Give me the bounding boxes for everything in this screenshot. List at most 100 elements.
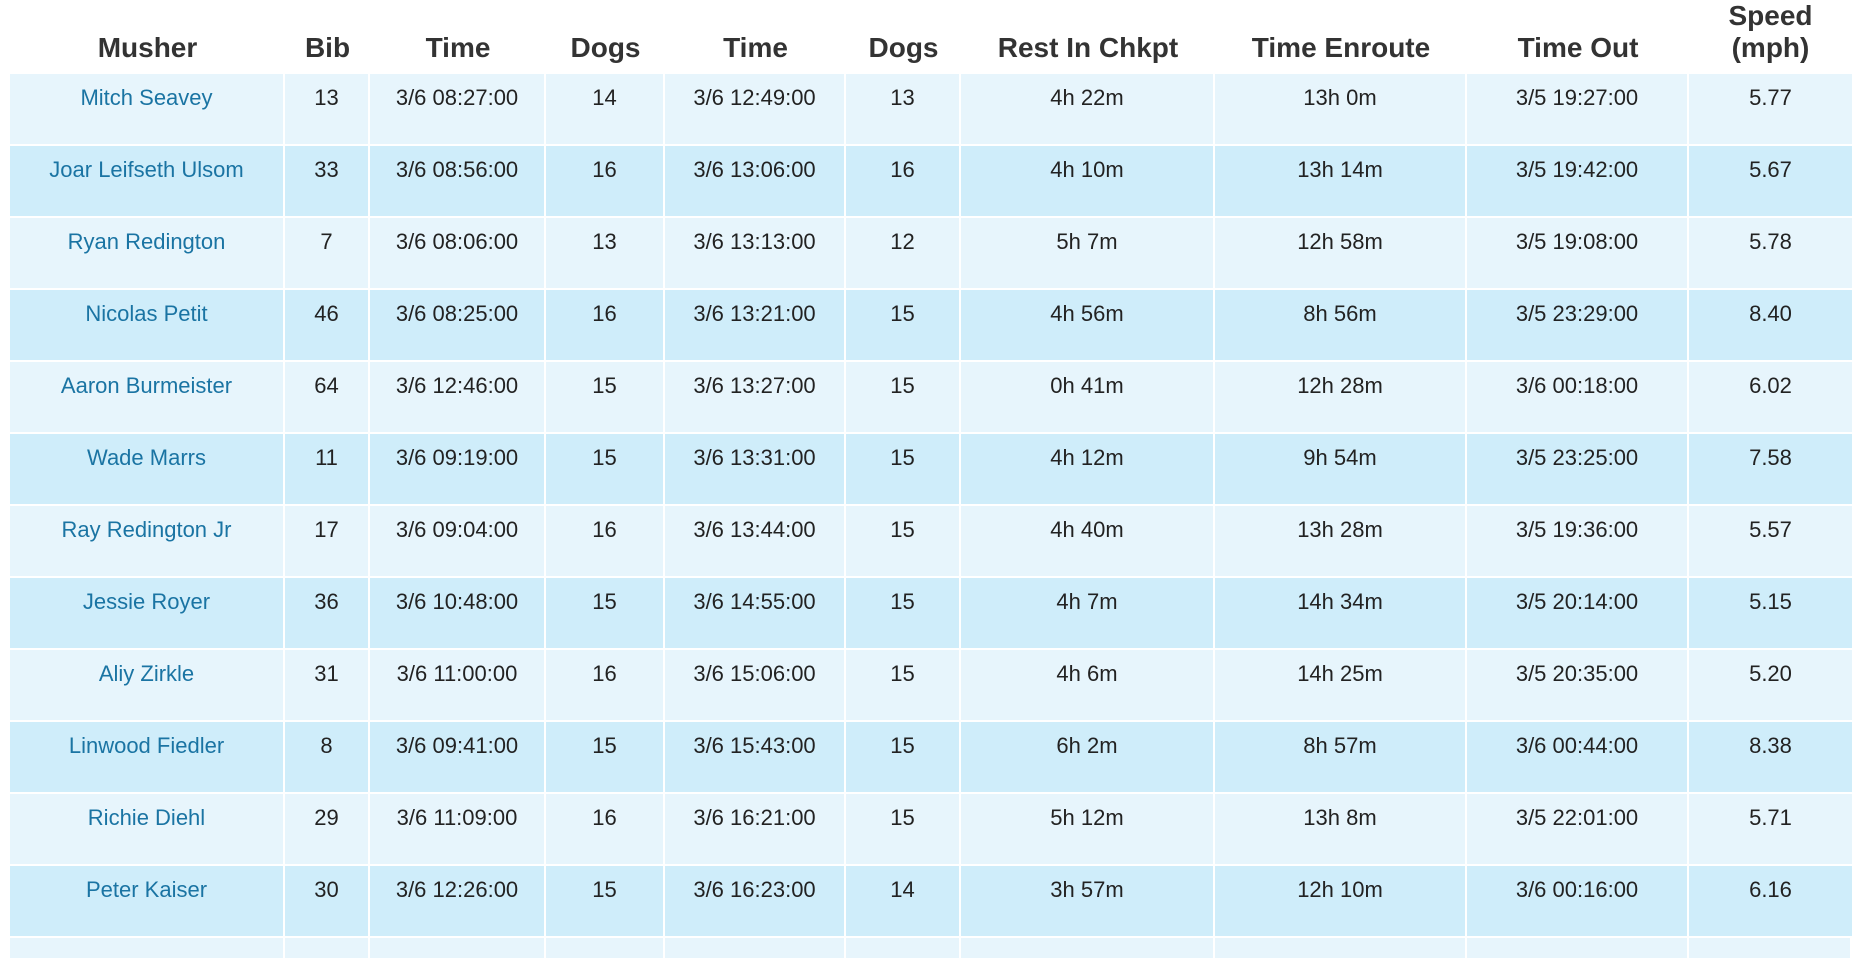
dogs-in-cell: 15 — [546, 866, 665, 936]
musher-link[interactable]: Nicolas Petit — [10, 290, 285, 360]
table-body: Mitch Seavey 13 3/6 08:27:00 14 3/6 12:49:00… — [10, 74, 1852, 938]
speed-cell: 6.02 — [1749, 373, 1792, 398]
rest-cell: 4h 22m — [961, 74, 1215, 144]
time-out-checkpoint-cell: 3/6 13:27:00 — [665, 362, 846, 432]
header-time-enroute[interactable]: Time Enroute — [1215, 32, 1467, 74]
speed-cell: 8.38 — [1749, 733, 1792, 758]
speed-cell: 5.15 — [1749, 589, 1792, 614]
rest-cell: 3h 57m — [961, 866, 1215, 936]
rest-cell: 4h 10m — [961, 146, 1215, 216]
speed-cell: 5.20 — [1749, 661, 1792, 686]
table-row: Linwood Fiedler 8 3/6 09:41:00 15 3/6 15:43:… — [10, 722, 1852, 794]
musher-link[interactable]: Ray Redington Jr — [10, 506, 285, 576]
musher-link[interactable]: Wade Marrs — [10, 434, 285, 504]
dogs-out-cell: 15 — [846, 578, 961, 648]
dogs-out-cell: 15 — [846, 506, 961, 576]
time-in-cell: 3/6 11:00:00 — [370, 650, 546, 720]
time-enroute-cell: 13h 28m — [1215, 506, 1467, 576]
time-in-cell: 3/6 12:26:00 — [370, 866, 546, 936]
table-row: Peter Kaiser 30 3/6 12:26:00 15 3/6 16:23:00… — [10, 866, 1852, 938]
time-out-cell: 3/5 19:42:00 — [1467, 146, 1689, 216]
bib-cell: 46 — [285, 290, 370, 360]
header-dogs-in[interactable]: Dogs — [546, 32, 665, 74]
musher-link[interactable]: Aliy Zirkle — [10, 650, 285, 720]
rest-cell: 0h 41m — [961, 362, 1215, 432]
rest-cell: 4h 56m — [961, 290, 1215, 360]
rest-cell: 5h 7m — [961, 218, 1215, 288]
header-speed-line2: (mph) — [1731, 32, 1810, 63]
rest-cell: 4h 40m — [961, 506, 1215, 576]
table-row: Richie Diehl 29 3/6 11:09:00 16 3/6 16:21:00… — [10, 794, 1852, 866]
time-in-cell: 3/6 09:41:00 — [370, 722, 546, 792]
musher-link[interactable]: Ryan Redington — [10, 218, 285, 288]
musher-link[interactable]: Richie Diehl — [10, 794, 285, 864]
speed-cell: 5.57 — [1749, 517, 1792, 542]
musher-link[interactable]: Jessie Royer — [10, 578, 285, 648]
musher-link[interactable]: Peter Kaiser — [10, 866, 285, 936]
time-in-cell: 3/6 08:06:00 — [370, 218, 546, 288]
rest-cell: 6h 2m — [961, 722, 1215, 792]
time-enroute-cell: 8h 56m — [1215, 290, 1467, 360]
bib-cell: 31 — [285, 650, 370, 720]
dogs-in-cell: 15 — [546, 722, 665, 792]
header-rest-in-checkpoint[interactable]: Rest In Chkpt — [961, 32, 1215, 74]
table-row: Aliy Zirkle 31 3/6 11:00:00 16 3/6 15:06:00 1… — [10, 650, 1852, 722]
dogs-out-cell: 15 — [846, 290, 961, 360]
bib-cell: 13 — [285, 74, 370, 144]
time-out-checkpoint-cell: 3/6 14:55:00 — [665, 578, 846, 648]
time-out-cell: 3/5 19:36:00 — [1467, 506, 1689, 576]
time-out-cell: 3/5 20:35:00 — [1467, 650, 1689, 720]
time-out-cell: 3/5 23:29:00 — [1467, 290, 1689, 360]
dogs-out-cell: 12 — [846, 218, 961, 288]
bib-cell: 64 — [285, 362, 370, 432]
header-time-in[interactable]: Time — [370, 32, 546, 74]
header-dogs-out[interactable]: Dogs — [846, 32, 961, 74]
table-row: Nicolas Petit 46 3/6 08:25:00 16 3/6 13:21:0… — [10, 290, 1852, 362]
speed-cell: 5.71 — [1749, 805, 1792, 830]
dogs-in-cell: 15 — [546, 362, 665, 432]
header-bib[interactable]: Bib — [285, 32, 370, 74]
musher-link[interactable]: Linwood Fiedler — [10, 722, 285, 792]
dogs-in-cell: 16 — [546, 794, 665, 864]
dogs-out-cell: 15 — [846, 722, 961, 792]
time-out-cell: 3/6 00:18:00 — [1467, 362, 1689, 432]
time-enroute-cell: 8h 57m — [1215, 722, 1467, 792]
dogs-in-cell: 16 — [546, 146, 665, 216]
speed-cell: 7.58 — [1749, 445, 1792, 470]
time-in-cell: 3/6 10:48:00 — [370, 578, 546, 648]
time-enroute-cell: 12h 28m — [1215, 362, 1467, 432]
time-in-cell: 3/6 09:04:00 — [370, 506, 546, 576]
musher-link[interactable]: Mitch Seavey — [10, 74, 285, 144]
header-speed[interactable]: Speed (mph) — [1689, 0, 1852, 74]
standings-table: Musher Bib Time Dogs Time Dogs Rest In C… — [10, 0, 1852, 958]
table-row-partial — [10, 938, 1852, 958]
header-time-out[interactable]: Time Out — [1467, 32, 1689, 74]
time-out-checkpoint-cell: 3/6 13:31:00 — [665, 434, 846, 504]
dogs-out-cell: 16 — [846, 146, 961, 216]
header-musher[interactable]: Musher — [10, 32, 285, 74]
table-row: Joar Leifseth Ulsom 33 3/6 08:56:00 16 3/6 1… — [10, 146, 1852, 218]
time-out-cell: 3/5 20:14:00 — [1467, 578, 1689, 648]
time-out-cell: 3/5 19:08:00 — [1467, 218, 1689, 288]
table-row: Ray Redington Jr 17 3/6 09:04:00 16 3/6 13:4… — [10, 506, 1852, 578]
dogs-in-cell: 16 — [546, 290, 665, 360]
dogs-out-cell: 15 — [846, 650, 961, 720]
time-in-cell: 3/6 09:19:00 — [370, 434, 546, 504]
musher-link[interactable]: Aaron Burmeister — [10, 362, 285, 432]
time-enroute-cell: 14h 34m — [1215, 578, 1467, 648]
header-time-out-checkpoint[interactable]: Time — [665, 32, 846, 74]
time-in-cell: 3/6 12:46:00 — [370, 362, 546, 432]
dogs-in-cell: 16 — [546, 506, 665, 576]
bib-cell: 11 — [285, 434, 370, 504]
time-out-cell: 3/5 22:01:00 — [1467, 794, 1689, 864]
dogs-out-cell: 13 — [846, 74, 961, 144]
time-out-checkpoint-cell: 3/6 13:44:00 — [665, 506, 846, 576]
dogs-out-cell: 15 — [846, 794, 961, 864]
musher-link[interactable]: Joar Leifseth Ulsom — [10, 146, 285, 216]
time-out-checkpoint-cell: 3/6 13:13:00 — [665, 218, 846, 288]
time-out-cell: 3/6 00:16:00 — [1467, 866, 1689, 936]
time-out-cell: 3/5 19:27:00 — [1467, 74, 1689, 144]
table-row: Wade Marrs 11 3/6 09:19:00 15 3/6 13:31:00 15… — [10, 434, 1852, 506]
speed-cell: 5.77 — [1749, 85, 1792, 110]
time-out-checkpoint-cell: 3/6 15:06:00 — [665, 650, 846, 720]
